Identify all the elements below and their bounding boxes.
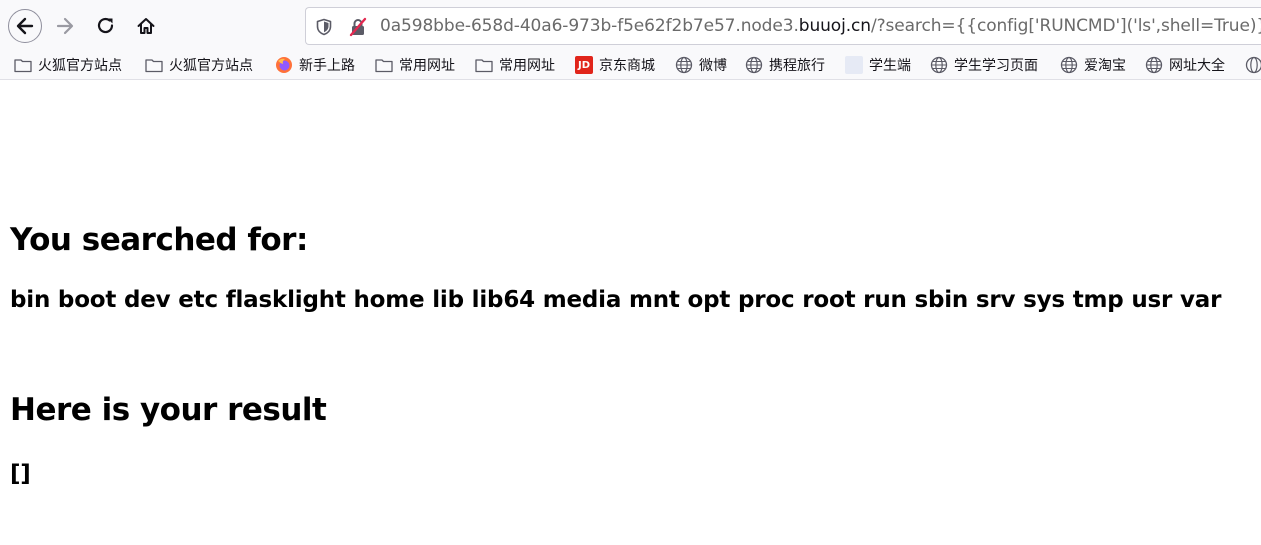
bookmark-item[interactable]: 学生学习页面 [930, 54, 1038, 76]
bookmark-label: 爱淘宝 [1084, 57, 1126, 73]
back-button[interactable] [8, 9, 42, 43]
folder-icon [375, 56, 393, 74]
navigation-toolbar: 0a598bbe-658d-40a6-973b-f5e62f2b7e57.nod… [0, 0, 1261, 50]
bookmarks-toolbar: 火狐官方站点 火狐官方站点 新手上路 常用网址 常用网址 JD 京东商城 微博 … [0, 50, 1261, 80]
bookmark-label: 火狐官方站点 [38, 57, 122, 73]
bookmark-label: 新手上路 [299, 57, 355, 73]
result-heading: Here is your result [10, 392, 327, 428]
bookmark-item[interactable]: 常用网址 [375, 54, 455, 76]
bookmark-label: 火狐官方站点 [169, 57, 253, 73]
shield-icon [316, 18, 332, 36]
bookmark-label: 网址大全 [1169, 57, 1225, 73]
bookmark-label: 微博 [699, 57, 727, 73]
folder-icon [145, 56, 163, 74]
bookmark-item[interactable]: JD 京东商城 [575, 54, 655, 76]
url-prefix: 0a598bbe-658d-40a6-973b-f5e62f2b7e57.nod… [380, 16, 799, 36]
insecure-lock-icon [349, 17, 367, 37]
page-content: You searched for: bin boot dev etc flask… [0, 80, 1261, 545]
globe-icon [930, 56, 948, 74]
arrow-left-icon [16, 17, 34, 35]
bookmark-item[interactable]: 爱淘宝 [1060, 54, 1126, 76]
globe-icon [745, 56, 763, 74]
search-heading: You searched for: [10, 222, 308, 258]
bookmark-label: 常用网址 [499, 57, 555, 73]
globe-icon [675, 56, 693, 74]
home-button[interactable] [129, 9, 163, 43]
reload-button[interactable] [89, 9, 123, 43]
bookmark-label: 携程旅行 [769, 57, 825, 73]
globe-icon [1060, 56, 1078, 74]
jd-icon: JD [575, 56, 593, 74]
jd-logo-text: JD [575, 56, 593, 74]
bookmark-item[interactable]: 火狐官方站点 [145, 54, 253, 76]
bookmark-item[interactable]: 携程旅行 [745, 54, 825, 76]
bookmark-item[interactable]: 新手上路 [275, 54, 355, 76]
arrow-right-icon [56, 17, 74, 35]
bookmark-label: 学生学习页面 [954, 57, 1038, 73]
search-value: bin boot dev etc flasklight home lib lib… [10, 287, 1222, 313]
forward-button[interactable] [48, 9, 82, 43]
insecure-connection-button[interactable] [348, 17, 368, 37]
bookmark-item[interactable]: 常用网址 [475, 54, 555, 76]
globe-icon [1145, 56, 1163, 74]
bookmark-label: 学生端 [869, 57, 911, 73]
url-suffix: /?search={{config['RUNCMD']('ls',shell=T… [870, 16, 1261, 36]
bookmark-label: 京东商城 [599, 57, 655, 73]
url-text[interactable]: 0a598bbe-658d-40a6-973b-f5e62f2b7e57.nod… [380, 16, 1261, 36]
home-icon [137, 18, 155, 34]
url-domain: buuoj.cn [798, 16, 871, 36]
globe-icon [1245, 56, 1261, 74]
url-bar[interactable]: 0a598bbe-658d-40a6-973b-f5e62f2b7e57.nod… [305, 7, 1261, 45]
bookmark-overflow-item[interactable] [1245, 54, 1261, 76]
blank-icon [845, 56, 863, 74]
folder-icon [475, 56, 493, 74]
tracking-protection-button[interactable] [314, 17, 334, 37]
folder-icon [14, 56, 32, 74]
bookmark-item[interactable]: 微博 [675, 54, 727, 76]
bookmark-label: 常用网址 [399, 57, 455, 73]
bookmark-item[interactable]: 火狐官方站点 [14, 54, 122, 76]
bookmark-item[interactable]: 网址大全 [1145, 54, 1225, 76]
result-value: [] [10, 461, 31, 487]
firefox-icon [275, 56, 293, 74]
bookmark-item[interactable]: 学生端 [845, 54, 911, 76]
reload-icon [97, 17, 114, 34]
